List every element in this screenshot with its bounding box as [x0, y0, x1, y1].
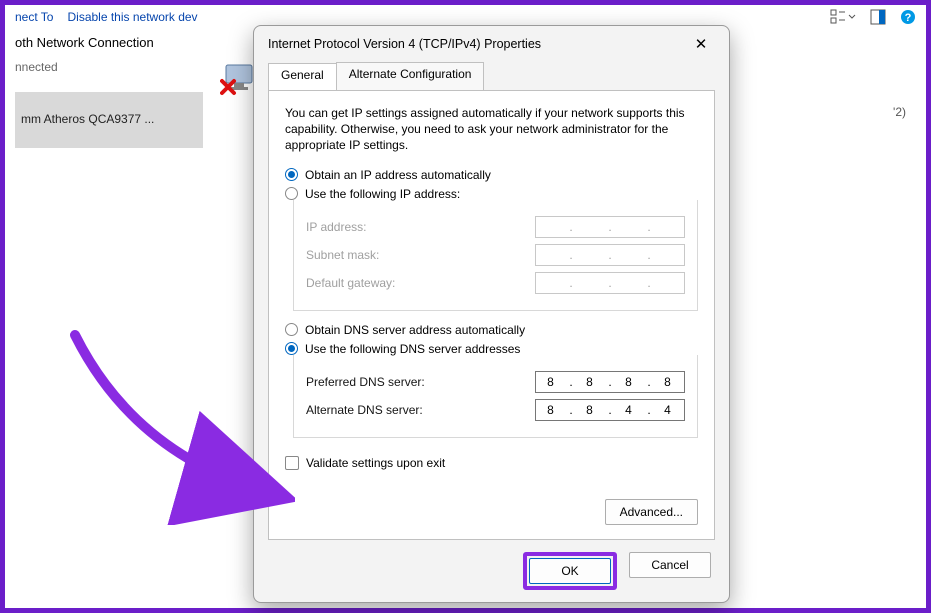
ip-address-label: IP address: — [306, 220, 366, 234]
validate-label: Validate settings upon exit — [306, 456, 445, 470]
ok-button[interactable]: OK — [529, 558, 611, 584]
ipv4-properties-dialog: Internet Protocol Version 4 (TCP/IPv4) P… — [253, 25, 730, 603]
validate-settings-checkbox[interactable]: Validate settings upon exit — [285, 456, 698, 470]
dialog-title: Internet Protocol Version 4 (TCP/IPv4) P… — [268, 37, 541, 51]
checkbox-icon — [285, 456, 299, 470]
radio-label: Obtain an IP address automatically — [305, 168, 491, 182]
preferred-dns-label: Preferred DNS server: — [306, 375, 425, 389]
adapter-name: mm Atheros QCA9377 ... — [21, 112, 197, 126]
intro-text: You can get IP settings assigned automat… — [285, 105, 698, 154]
tab-alternate-configuration[interactable]: Alternate Configuration — [336, 62, 485, 90]
alternate-dns-label: Alternate DNS server: — [306, 403, 423, 417]
radio-use-following-ip[interactable]: Use the following IP address: — [285, 187, 698, 201]
alternate-dns-input[interactable]: 8.8.4.4 — [535, 399, 685, 421]
subnet-mask-label: Subnet mask: — [306, 248, 379, 262]
radio-label: Use the following IP address: — [305, 187, 460, 201]
ok-highlight: OK — [523, 552, 617, 590]
cancel-button[interactable]: Cancel — [629, 552, 711, 578]
radio-obtain-ip-auto[interactable]: Obtain an IP address automatically — [285, 168, 698, 182]
preferred-dns-input[interactable]: 8.8.8.8 — [535, 371, 685, 393]
preview-pane-icon[interactable] — [870, 9, 886, 25]
disable-device-link[interactable]: Disable this network dev — [67, 10, 197, 24]
tab-general[interactable]: General — [268, 63, 337, 91]
radio-label: Obtain DNS server address automatically — [305, 323, 525, 337]
connect-to-link[interactable]: nect To — [15, 10, 53, 24]
ip-address-input: ... — [535, 216, 685, 238]
radio-use-following-dns[interactable]: Use the following DNS server addresses — [285, 342, 698, 356]
advanced-button[interactable]: Advanced... — [605, 499, 698, 525]
adapter-item[interactable]: mm Atheros QCA9377 ... — [15, 92, 203, 148]
network-disabled-icon — [220, 61, 256, 97]
subnet-mask-input: ... — [535, 244, 685, 266]
radio-label: Use the following DNS server addresses — [305, 342, 520, 356]
svg-text:?: ? — [905, 12, 912, 24]
partial-text: '2) — [893, 105, 906, 119]
help-icon[interactable]: ? — [900, 9, 916, 25]
close-icon[interactable]: ✕ — [687, 30, 715, 58]
default-gateway-label: Default gateway: — [306, 276, 395, 290]
view-options-icon[interactable] — [830, 9, 856, 25]
default-gateway-input: ... — [535, 272, 685, 294]
radio-obtain-dns-auto[interactable]: Obtain DNS server address automatically — [285, 323, 698, 337]
